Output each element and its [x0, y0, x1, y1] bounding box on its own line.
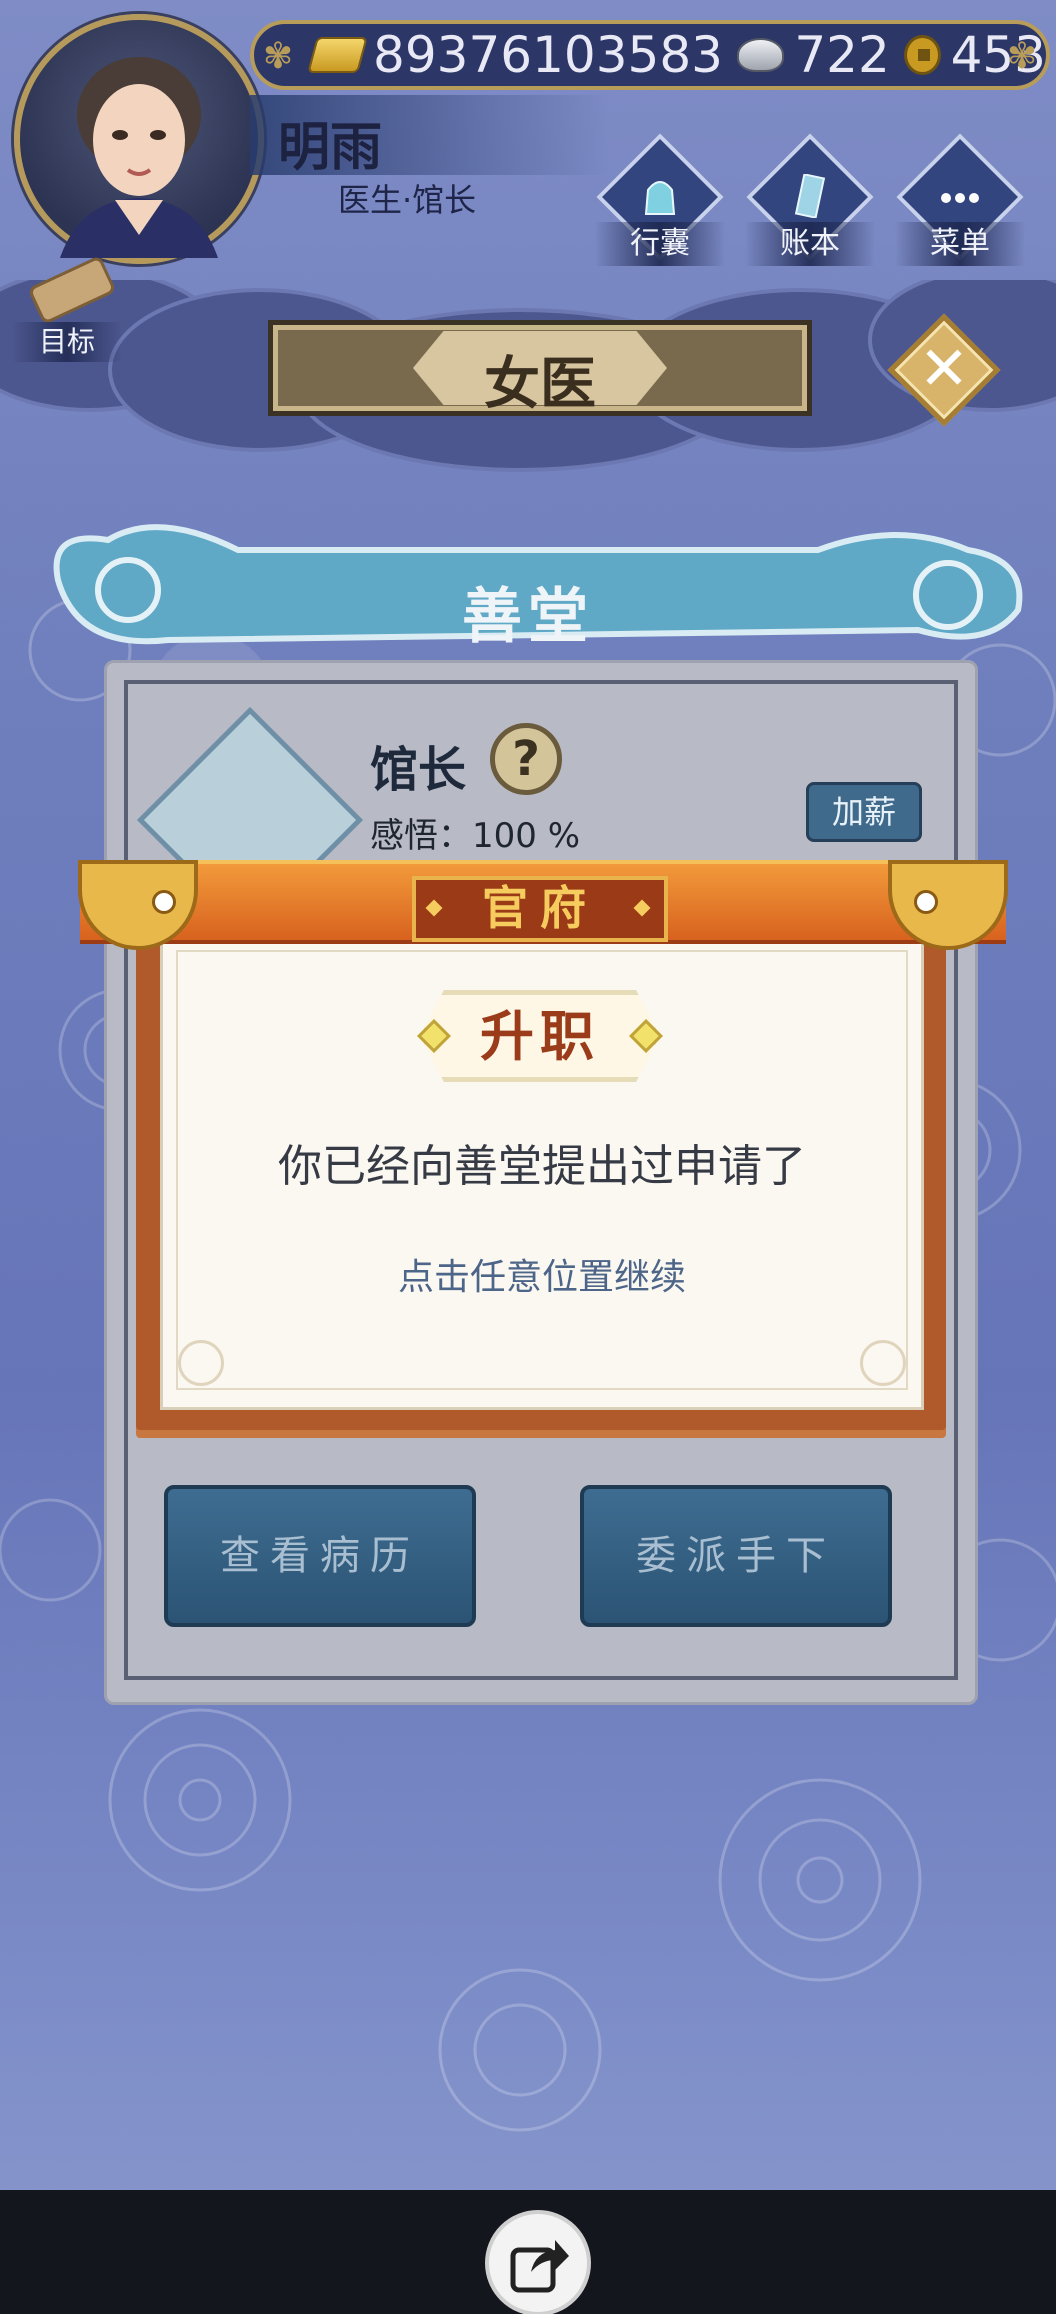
menu-label: 菜单 [895, 222, 1025, 266]
corner-ornament [860, 1340, 906, 1386]
dialog-message: 你已经向善堂提出过申请了 [278, 1141, 806, 1192]
scroll-icon [27, 254, 117, 326]
menu-button[interactable]: 菜单 [895, 133, 1025, 270]
goal-button[interactable]: 目标 [12, 254, 122, 362]
insight-value: 感悟：100 % [370, 816, 581, 856]
bag-icon [644, 181, 676, 215]
staff-role: 馆长 [370, 742, 467, 798]
share-button[interactable] [485, 2210, 591, 2314]
goal-label: 目标 [12, 322, 122, 362]
ledger-button[interactable]: 账本 [745, 133, 875, 270]
more-dots-icon [941, 193, 979, 203]
silver-amount: 722 [794, 26, 890, 84]
portrait-figure [60, 57, 218, 258]
copper-coin-icon [903, 35, 941, 75]
help-button[interactable]: ? [490, 723, 562, 795]
hall-name: 善堂 [462, 582, 594, 652]
player-avatar[interactable] [14, 14, 264, 264]
page-title: 女医 [484, 352, 596, 417]
bag-label: 行囊 [595, 222, 725, 266]
view-records-button[interactable]: 查看病历 [164, 1485, 476, 1627]
player-title: 医生·馆长 [338, 181, 477, 219]
player-name: 明雨 [278, 118, 383, 178]
promotion-heading: 升职 [480, 1005, 600, 1068]
currency-bar: ✾ 89376103583 722 453 ✾ [250, 20, 1050, 90]
silver-ingot-icon [736, 38, 785, 72]
ledger-icon [794, 174, 826, 218]
bag-button[interactable]: 行囊 [595, 133, 725, 270]
pin-icon [152, 890, 176, 914]
close-icon: ✕ [918, 334, 970, 404]
corner-ornament [178, 1340, 224, 1386]
continue-hint[interactable]: 点击任意位置继续 [176, 1248, 908, 1300]
pin-icon [914, 890, 938, 914]
bamboo-deco-icon: ✾ [262, 36, 294, 77]
raise-salary-button[interactable]: 加薪 [806, 782, 922, 842]
gold-ingot-icon [307, 37, 368, 73]
gold-amount: 89376103583 [373, 26, 723, 84]
share-icon [510, 2240, 569, 2293]
bamboo-deco-icon: ✾ [1006, 36, 1038, 77]
assign-subordinate-button[interactable]: 委派手下 [580, 1485, 892, 1627]
header-plaque: 女医 [268, 320, 812, 417]
ledger-label: 账本 [745, 222, 875, 266]
dialog-badge-text: 官府 [482, 881, 598, 935]
